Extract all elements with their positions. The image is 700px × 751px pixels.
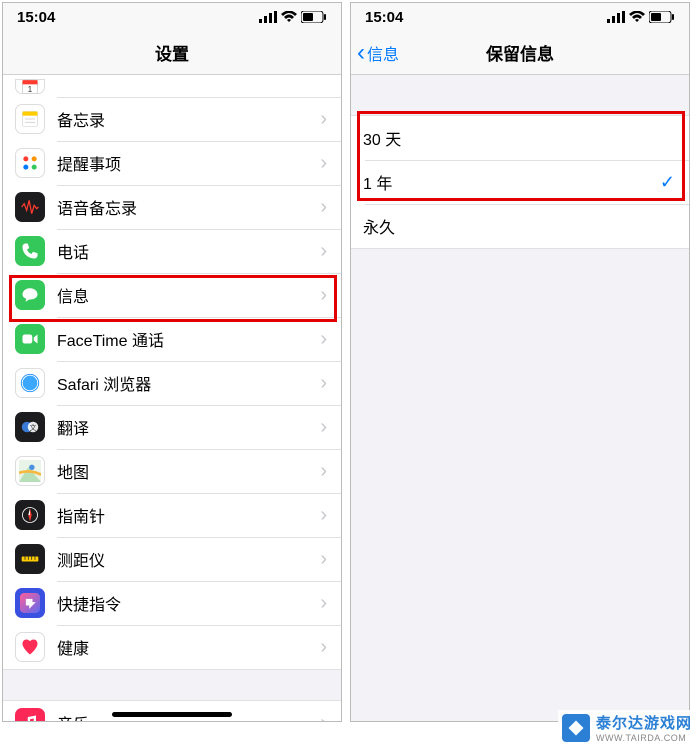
svg-text:1: 1 bbox=[28, 84, 33, 94]
messages-icon bbox=[15, 280, 45, 310]
option-forever[interactable]: 永久 bbox=[351, 204, 689, 248]
nav-header-settings: 设置 bbox=[3, 31, 341, 75]
settings-row-voicememo[interactable]: 语音备忘录› bbox=[3, 185, 341, 229]
chevron-right-icon: › bbox=[320, 504, 327, 527]
chevron-right-icon: › bbox=[320, 592, 327, 615]
watermark: 泰尔达游戏网 WWW.TAIRDA.COM bbox=[558, 710, 696, 745]
row-label: 地图 bbox=[57, 459, 320, 483]
settings-row-phone[interactable]: 电话› bbox=[3, 229, 341, 273]
row-label: 备忘录 bbox=[57, 107, 320, 131]
svg-text:文: 文 bbox=[30, 423, 37, 432]
row-label: 电话 bbox=[57, 239, 320, 263]
row-label: 健康 bbox=[57, 635, 320, 659]
translate-icon: 文 bbox=[15, 412, 45, 442]
settings-row-shortcuts[interactable]: 快捷指令› bbox=[3, 581, 341, 625]
status-bar: 15:04 bbox=[351, 3, 689, 31]
reminders-icon bbox=[15, 148, 45, 178]
settings-row-measure[interactable]: 测距仪› bbox=[3, 537, 341, 581]
facetime-icon bbox=[15, 324, 45, 354]
compass-icon bbox=[15, 500, 45, 530]
settings-row-music[interactable]: 音乐› bbox=[3, 701, 341, 721]
settings-row-calendar[interactable]: 1日历› bbox=[3, 75, 341, 97]
option-label: 1 年 bbox=[363, 170, 660, 194]
settings-row-translate[interactable]: 文 翻译› bbox=[3, 405, 341, 449]
row-label: 测距仪 bbox=[57, 547, 320, 571]
row-label: 指南针 bbox=[57, 503, 320, 527]
measure-icon bbox=[15, 544, 45, 574]
chevron-right-icon: › bbox=[320, 196, 327, 219]
settings-list[interactable]: 1日历›备忘录›提醒事项›语音备忘录›电话›信息›FaceTime 通话›Saf… bbox=[3, 75, 341, 721]
calendar-icon: 1 bbox=[15, 79, 45, 94]
nav-header-keep: ‹ 信息 保留信息 bbox=[351, 31, 689, 75]
row-label: 信息 bbox=[57, 283, 320, 307]
chevron-right-icon: › bbox=[320, 284, 327, 307]
phone-keep-messages: 15:04 ‹ 信息 保留信息 30 天 1 年✓ 永久 bbox=[350, 2, 690, 722]
status-bar: 15:04 bbox=[3, 3, 341, 31]
row-label: 语音备忘录 bbox=[57, 195, 320, 219]
status-time: 15:04 bbox=[365, 9, 403, 26]
chevron-right-icon: › bbox=[320, 372, 327, 395]
signal-icon bbox=[259, 11, 277, 23]
battery-icon bbox=[301, 11, 327, 23]
page-title: 设置 bbox=[155, 40, 189, 65]
wifi-icon bbox=[281, 11, 297, 23]
settings-row-notes[interactable]: 备忘录› bbox=[3, 97, 341, 141]
row-label: Safari 浏览器 bbox=[57, 371, 320, 395]
chevron-right-icon: › bbox=[320, 636, 327, 659]
chevron-right-icon: › bbox=[320, 548, 327, 571]
phone-settings: 15:04 设置 1日历›备忘录›提醒事项›语音备忘录›电话›信息›FaceTi… bbox=[2, 2, 342, 722]
music-icon bbox=[15, 708, 45, 721]
settings-row-reminders[interactable]: 提醒事项› bbox=[3, 141, 341, 185]
options-list[interactable]: 30 天 1 年✓ 永久 bbox=[351, 75, 689, 721]
chevron-right-icon: › bbox=[320, 416, 327, 439]
chevron-right-icon: › bbox=[320, 240, 327, 263]
settings-row-compass[interactable]: 指南针› bbox=[3, 493, 341, 537]
chevron-left-icon: ‹ bbox=[357, 41, 365, 65]
signal-icon bbox=[607, 11, 625, 23]
option-30d[interactable]: 30 天 bbox=[351, 116, 689, 160]
back-button[interactable]: ‹ 信息 bbox=[357, 41, 399, 65]
chevron-right-icon: › bbox=[320, 108, 327, 131]
chevron-right-icon: › bbox=[320, 712, 327, 722]
chevron-right-icon: › bbox=[320, 152, 327, 175]
row-label: 翻译 bbox=[57, 415, 320, 439]
checkmark-icon: ✓ bbox=[660, 172, 675, 193]
status-indicators bbox=[607, 11, 675, 23]
option-label: 30 天 bbox=[363, 126, 675, 150]
settings-row-safari[interactable]: Safari 浏览器› bbox=[3, 361, 341, 405]
phone-icon bbox=[15, 236, 45, 266]
settings-row-maps[interactable]: 地图› bbox=[3, 449, 341, 493]
row-label: FaceTime 通话 bbox=[57, 327, 320, 351]
shortcuts-icon bbox=[15, 588, 45, 618]
page-title: 保留信息 bbox=[486, 40, 554, 65]
watermark-url: WWW.TAIRDA.COM bbox=[596, 733, 692, 743]
maps-icon bbox=[15, 456, 45, 486]
notes-icon bbox=[15, 104, 45, 134]
chevron-right-icon: › bbox=[320, 460, 327, 483]
option-label: 永久 bbox=[363, 214, 675, 238]
home-indicator bbox=[112, 712, 232, 717]
option-1y[interactable]: 1 年✓ bbox=[351, 160, 689, 204]
row-label: 提醒事项 bbox=[57, 151, 320, 175]
watermark-name: 泰尔达游戏网 bbox=[596, 712, 692, 733]
status-indicators bbox=[259, 11, 327, 23]
health-icon bbox=[15, 632, 45, 662]
settings-row-messages[interactable]: 信息› bbox=[3, 273, 341, 317]
row-label: 快捷指令 bbox=[57, 591, 320, 615]
chevron-right-icon: › bbox=[320, 328, 327, 351]
watermark-logo-icon bbox=[562, 714, 590, 742]
settings-row-facetime[interactable]: FaceTime 通话› bbox=[3, 317, 341, 361]
back-label: 信息 bbox=[367, 41, 399, 65]
settings-row-health[interactable]: 健康› bbox=[3, 625, 341, 669]
voicememo-icon bbox=[15, 192, 45, 222]
battery-icon bbox=[649, 11, 675, 23]
safari-icon bbox=[15, 368, 45, 398]
wifi-icon bbox=[629, 11, 645, 23]
status-time: 15:04 bbox=[17, 9, 55, 26]
